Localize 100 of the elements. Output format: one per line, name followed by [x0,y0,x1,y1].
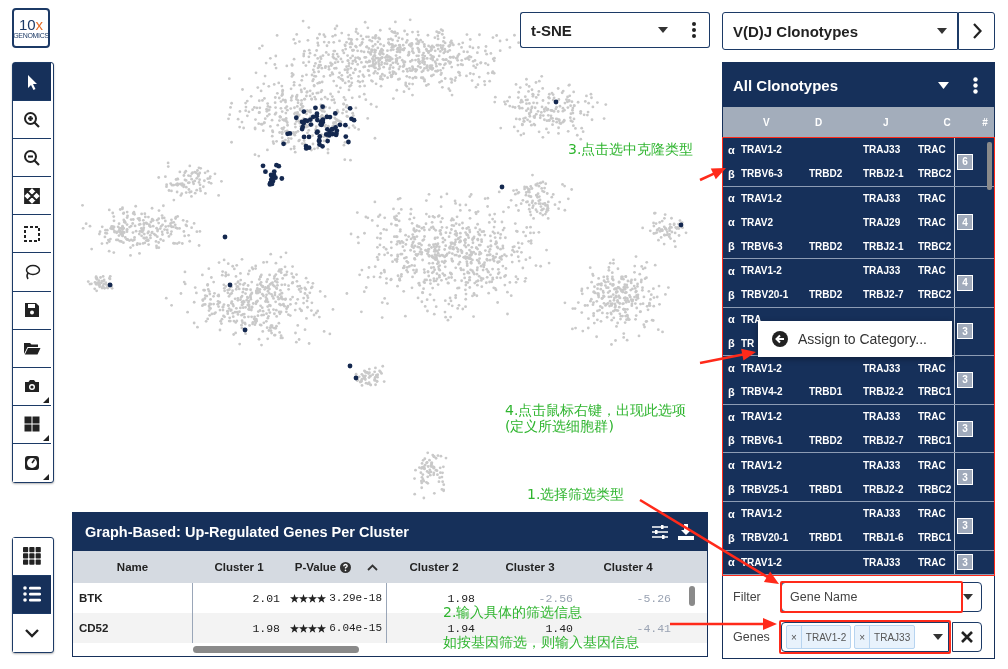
column-header: C [942,117,952,128]
box-select-icon [23,224,41,243]
tool-button[interactable] [13,63,51,102]
annotation-note: 3.点击选中克隆类型 [568,141,694,158]
panel-title: Graph-Based: Up-Regulated Genes Per Cluster [85,524,410,540]
view-button[interactable] [13,613,51,652]
c-gene: TRAC [918,193,946,204]
fold-change-value: 2.01 [252,591,280,605]
next-button[interactable] [958,12,995,50]
d-gene: TRBD2 [809,240,843,252]
fold-change-value: -2.56 [538,591,573,605]
annotation-note: 2.输入具体的筛选信息 [443,604,583,621]
j-gene: TRAJ33 [863,411,901,423]
genes-field[interactable]: × TRAV1-2 × TRAJ33 [781,622,949,653]
chain-symbol: β [728,385,736,398]
submenu-corner-icon [43,434,49,441]
tool-button[interactable] [13,253,51,292]
count-badge: 6 [957,153,973,170]
tool-button[interactable] [13,405,51,444]
column-header[interactable]: Name [73,561,192,573]
fold-change-value: 1.94 [447,621,475,635]
star-icon [290,593,300,603]
column-header[interactable]: Cluster 3 [481,561,579,573]
tool-button[interactable] [13,329,51,368]
column-header[interactable]: Cluster 1 [192,561,286,573]
v-gene: TRAV1-2 [741,144,782,156]
clonotype-row[interactable]: α TRAV1-2 TRAJ33 TRAC β TRBV4-2 TRBD1 TRBJ2-2 TRBC1 3 [723,356,994,405]
chain-symbol: β [728,288,736,301]
p-value-text: 6.04e-15 [329,622,382,634]
fold-change-value: -5.26 [636,591,671,605]
gene-name: BTK [79,592,103,604]
tool-button[interactable] [13,291,51,330]
view-select[interactable]: V(D)J Clonotypes [722,12,958,50]
clear-button[interactable] [952,622,982,653]
download-icon[interactable] [677,524,695,540]
d-gene: TRBD2 [809,434,843,446]
save-icon [23,301,41,320]
view-button[interactable] [13,575,51,614]
v-gene: TRBV20-1 [741,289,789,301]
column-header[interactable]: Cluster 2 [387,561,481,573]
annotation-note: (定义所选细胞群) [505,418,614,435]
scrollbar-thumb[interactable] [689,586,695,606]
scrollbar-thumb[interactable] [987,142,992,190]
j-gene: TRAJ33 [863,556,901,568]
j-gene: TRBJ2-1 [863,168,904,180]
clonotype-row[interactable]: α TRAV1-2 TRAJ33 TRAC α TRAV2 TRAJ29 TRAC β TRBV6-3 TRBD2 TRBJ2-1 TRBC2 4 [723,186,994,259]
sliders-icon[interactable] [651,524,669,540]
tool-button[interactable] [13,101,51,140]
chain-symbol: α [728,192,736,205]
remove-tag-button[interactable]: × [787,626,802,649]
v-gene: TRBV6-1 [741,434,783,446]
v-gene: TRAV1-2 [741,193,782,204]
c-gene: TRBC2 [918,483,952,495]
list-icon [22,584,42,605]
j-gene: TRBJ2-7 [863,434,904,446]
chain-symbol: α [728,143,736,156]
sort-ascending-icon[interactable] [367,563,379,571]
j-gene: TRAJ33 [863,459,901,471]
view-button[interactable] [13,537,51,576]
v-gene: TRAV2 [741,216,774,228]
count-badge: 3 [957,554,973,571]
gene-tag: × TRAJ33 [854,625,916,650]
clonotype-row[interactable]: α TRAV1-2 TRAJ33 TRAC β TRBV6-1 TRBD2 TRBJ2-7 TRBC1 3 [723,404,994,454]
c-gene: TRAC [918,411,946,423]
c-gene: TRBC2 [918,289,952,301]
clonotype-row[interactable]: α TRAV1-2 TRAJ33 TRAC β TRBV20-1 TRBD2 TRBJ2-7 TRBC2 4 [723,259,994,308]
zoom-in-icon [23,110,41,129]
caret-icon [963,594,973,601]
chain-symbol: β [728,240,736,253]
lasso-icon [23,263,41,281]
v-gene: TRAV1-2 [741,508,782,520]
star-icon [299,593,309,603]
tool-button[interactable] [13,139,51,178]
tool-button[interactable] [13,177,51,216]
tool-button[interactable] [13,215,51,254]
remove-tag-button[interactable]: × [855,626,871,649]
tool-button[interactable] [13,367,51,406]
gene-name: CD52 [79,622,109,634]
more-options-icon[interactable] [973,76,978,94]
panel-title: All Clonotypes [733,76,839,94]
c-gene: TRAC [918,265,946,277]
help-icon[interactable] [340,561,352,573]
clonotype-row[interactable]: α TRAV1-2 TRAJ33 TRAC β TRBV25-1 TRBD1 TRBJ2-2 TRBC2 3 [723,453,994,502]
column-header[interactable]: P-Value [286,561,387,573]
clonotype-row[interactable]: α TRAV1-2 TRAJ33 TRAC β TRBV6-3 TRBD2 TRBJ2-1 TRBC2 6 [723,138,994,187]
v-gene: TRBV6-3 [741,168,783,180]
menu-item[interactable]: Assign to Category... [758,320,952,357]
scrollbar-thumb[interactable] [193,646,359,653]
caret-icon[interactable] [938,81,949,89]
star-icon [308,623,318,633]
chain-symbol: α [728,313,736,326]
v-gene: TRAV1-2 [741,459,782,471]
clonotype-row[interactable]: α TRAV1-2 TRAJ33 TRAC β TRBV20-1 TRBD1 TRBJ1-6 TRBC1 3 [723,501,994,551]
filter-select[interactable]: Gene Name [781,582,982,613]
fold-change-value: 1.98 [447,591,475,605]
chain-symbol: β [728,483,736,496]
clonotype-row[interactable]: α TRA β TR Assign to Category... 3 [723,307,994,357]
fold-change-value: -4.41 [636,621,671,635]
column-header[interactable]: Cluster 4 [579,561,677,573]
tool-button[interactable] [13,443,51,483]
